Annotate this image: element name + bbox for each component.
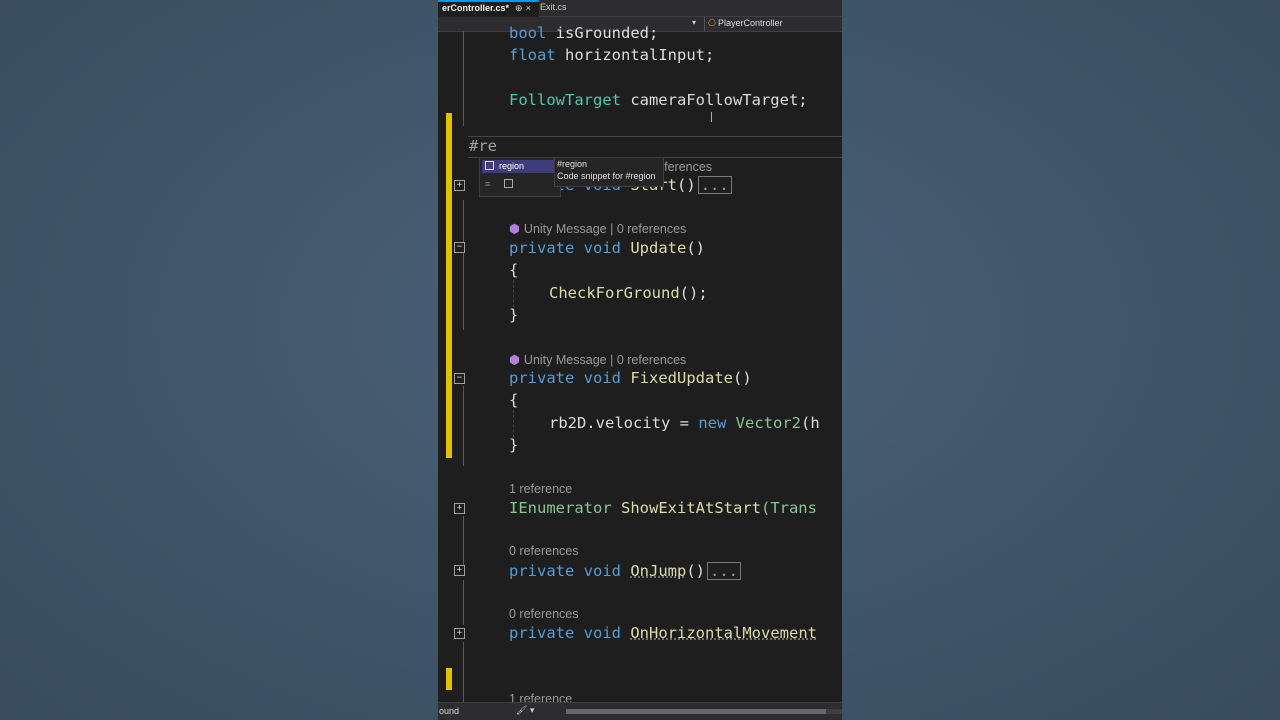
- completion-label: region: [499, 161, 525, 171]
- code-line[interactable]: CheckForGround();: [549, 283, 708, 303]
- tooltip-description: Code snippet for #region: [557, 171, 656, 181]
- member-label: PlayerController: [718, 18, 783, 28]
- outline-line: [463, 386, 464, 466]
- change-marker: [446, 668, 452, 690]
- chevron-down-icon[interactable]: ▾: [692, 18, 696, 27]
- typed-text[interactable]: #re: [469, 137, 497, 155]
- nav-divider: [704, 17, 705, 31]
- tab-exit[interactable]: Exit.cs: [536, 0, 571, 16]
- unity-message-icon: ⬢: [509, 222, 520, 236]
- outline-line: [463, 200, 464, 330]
- current-line-highlight: [468, 136, 842, 158]
- tooltip-title: #region: [557, 159, 588, 169]
- codelens-references[interactable]: 1 reference: [509, 482, 572, 496]
- snippet-icon: [485, 161, 494, 170]
- tab-playercontroller[interactable]: erController.cs* ⊕ ×: [438, 0, 539, 18]
- outline-line: [463, 580, 464, 625]
- pin-icon[interactable]: ⊕: [515, 3, 523, 13]
- code-line[interactable]: IEnumerator ShowExitAtStart(Trans: [509, 498, 817, 518]
- code-line[interactable]: bool isGrounded;: [509, 23, 658, 43]
- codelens-references[interactable]: 0 references: [509, 607, 578, 621]
- code-line[interactable]: }: [509, 305, 518, 325]
- filter-lines-icon[interactable]: ≡: [485, 179, 490, 189]
- codelens-unity-message[interactable]: ⬢ Unity Message | 0 references: [509, 221, 686, 236]
- outline-line: [463, 31, 464, 126]
- snippet-filter-icon[interactable]: [504, 179, 514, 188]
- code-line[interactable]: private void OnHorizontalMovement: [509, 623, 817, 643]
- code-editor[interactable]: erController.cs* ⊕ × Exit.cs ▾ ⎔ PlayerCont…: [438, 0, 842, 720]
- horizontal-scrollbar[interactable]: [566, 709, 842, 714]
- outline-line: [463, 516, 464, 566]
- tab-label: Exit.cs: [540, 2, 567, 12]
- completion-tooltip: #region Code snippet for #region: [554, 157, 664, 187]
- collapse-icon[interactable]: −: [454, 373, 465, 384]
- code-cleanup-icon[interactable]: 🖌 ▾: [516, 705, 534, 716]
- code-line[interactable]: }: [509, 435, 518, 455]
- document-tab-bar: erController.cs* ⊕ × Exit.cs: [438, 0, 842, 18]
- code-line[interactable]: {: [509, 390, 518, 410]
- scrollbar-thumb[interactable]: [566, 709, 826, 714]
- tab-label: erController.cs*: [442, 3, 510, 13]
- collapse-icon[interactable]: −: [454, 242, 465, 253]
- close-icon[interactable]: ×: [526, 3, 531, 13]
- member-dropdown[interactable]: ⎔ PlayerController: [708, 18, 783, 29]
- collapsed-region[interactable]: ...: [697, 176, 732, 194]
- status-text: ound: [439, 706, 460, 716]
- unity-message-icon: ⬢: [509, 353, 520, 367]
- expand-icon[interactable]: +: [454, 503, 465, 514]
- expand-icon[interactable]: +: [454, 180, 465, 191]
- code-line[interactable]: FollowTarget cameraFollowTarget;: [509, 90, 808, 110]
- collapsed-region[interactable]: ...: [707, 562, 742, 580]
- code-line[interactable]: private void FixedUpdate(): [509, 368, 752, 388]
- intellisense-list[interactable]: region ≡: [479, 157, 561, 197]
- outline-line: [463, 642, 464, 702]
- codelens-references[interactable]: 0 references: [509, 544, 578, 558]
- change-marker: [446, 113, 452, 458]
- codelens-unity-message[interactable]: ⬢ Unity Message | 0 references: [509, 352, 686, 367]
- expand-icon[interactable]: +: [454, 565, 465, 576]
- code-line[interactable]: rb2D.velocity = new Vector2(h: [549, 413, 820, 433]
- expand-icon[interactable]: +: [454, 628, 465, 639]
- filter-bar[interactable]: ≡: [485, 179, 514, 189]
- code-line[interactable]: float horizontalInput;: [509, 45, 714, 65]
- completion-item-region[interactable]: region: [482, 160, 558, 173]
- editor-status-bar: ound 🖌 ▾: [438, 702, 842, 720]
- mouse-cursor: [711, 112, 712, 122]
- code-line[interactable]: private void Update(): [509, 238, 705, 258]
- code-line[interactable]: {: [509, 260, 518, 280]
- class-icon: ⎔: [708, 18, 716, 28]
- code-line[interactable]: private void OnJump()...: [509, 561, 742, 581]
